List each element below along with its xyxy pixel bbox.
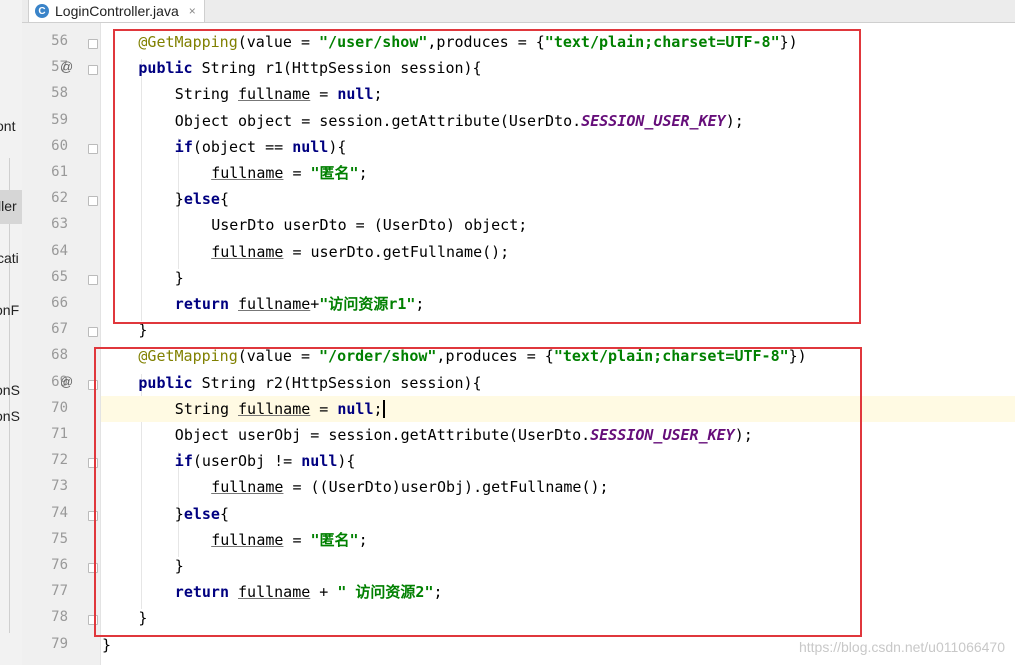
line-number: 67 [51,321,68,338]
line-number: 65 [51,268,68,285]
watermark: https://blog.csdn.net/u011066470 [798,639,1005,655]
fold-marker-icon[interactable] [88,196,98,207]
line-number: 60 [51,137,68,154]
line-number: 59 [51,111,68,128]
fold-marker-icon[interactable] [88,274,98,285]
line-number: 64 [51,242,68,259]
line-number: 68 [51,347,68,364]
line-number: 72 [51,452,68,469]
override-marker-icon[interactable]: @ [60,374,73,389]
tree-item-fragment[interactable]: ller [0,198,17,214]
editor-gutter[interactable]: 56 57 @58 59 60 61 62 63 64 65 66 67 68 69 @70 71 72 73 74… [22,23,101,665]
highlight-box-r2 [94,347,862,637]
tree-item-fragment[interactable]: onS [0,382,20,398]
fold-marker-icon[interactable] [88,65,98,76]
highlight-box-r1 [113,29,861,324]
tab-login-controller[interactable]: C LoginController.java × [28,0,205,22]
code-token: } [102,635,112,654]
tree-item-fragment[interactable]: onF [0,302,19,318]
editor-tab-bar: C LoginController.java × [22,0,1015,23]
line-number: 75 [51,530,68,547]
override-marker-icon[interactable]: @ [60,59,73,74]
line-number: 62 [51,190,68,207]
line-number: 78 [51,609,68,626]
line-number: 70 [51,399,68,416]
line-number: 79 [51,635,68,652]
line-number: 76 [51,557,68,573]
tree-item-fragment[interactable]: ont [0,118,15,134]
line-number: 58 [51,85,68,102]
line-number: 74 [51,504,68,521]
fold-marker-icon[interactable] [88,39,98,49]
fold-marker-icon[interactable] [88,143,98,154]
line-number: 73 [51,478,68,495]
fold-marker-icon[interactable] [88,327,98,338]
line-number: 61 [51,164,68,180]
close-tab-icon[interactable]: × [189,4,196,18]
tab-title: LoginController.java [55,3,179,19]
line-number: 77 [51,583,68,600]
line-number: 56 [51,33,68,49]
tree-item-fragment[interactable]: cati [0,250,19,266]
line-number: 63 [51,216,68,233]
class-c-icon: C [35,4,49,18]
tree-item-fragment[interactable]: onS [0,408,20,424]
line-number: 66 [51,295,68,311]
project-panel-strip[interactable]: ont ller cati onF onS onS [0,0,23,665]
line-number: 71 [51,426,68,442]
